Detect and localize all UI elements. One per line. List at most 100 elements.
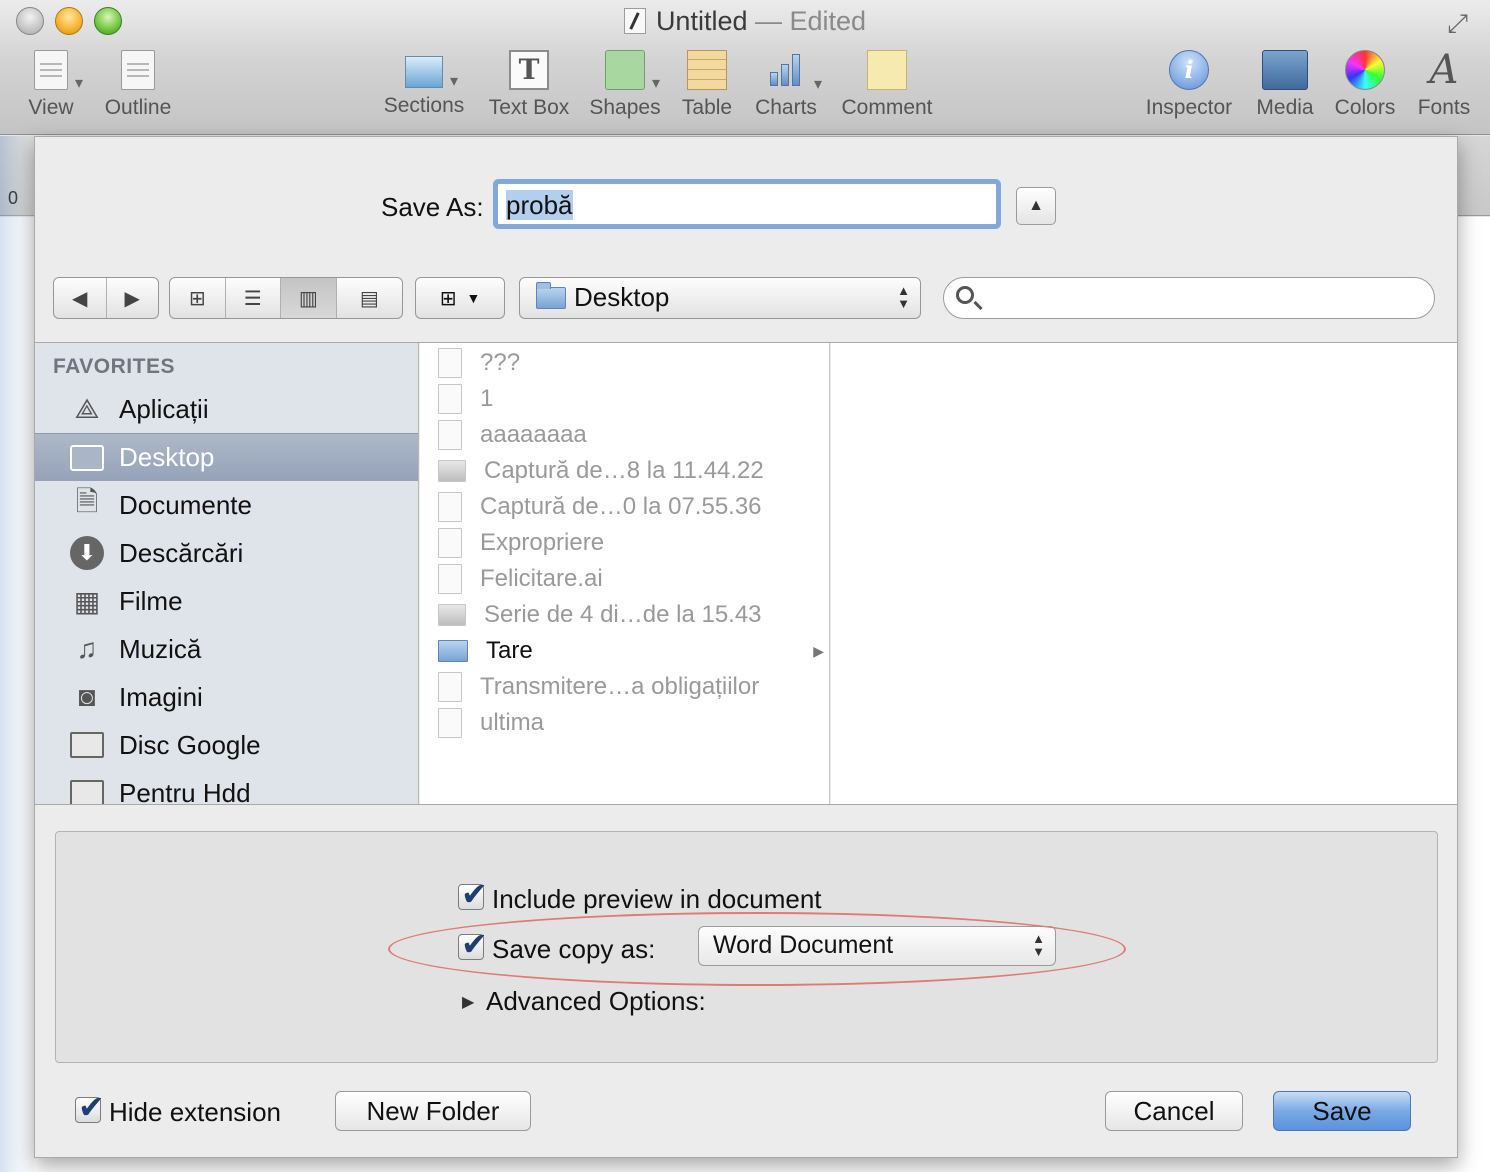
sidebar-item-descarcari[interactable]: ⬇ Descărcări [35, 529, 418, 577]
toolbar-label: Shapes [589, 96, 661, 119]
history-buttons: ◀ ▶ [53, 277, 159, 319]
document-icon [438, 708, 462, 738]
file-column: ??? 1 aaaaaaaa Captură de…8 la 11.44.22 … [420, 343, 830, 804]
toolbar-view-button[interactable]: View [22, 50, 83, 120]
sidebar-item-label: Documente [119, 489, 252, 520]
file-name: Felicitare.ai [480, 565, 603, 592]
forward-button[interactable]: ▶ [107, 278, 159, 318]
toolbar-shapes-button[interactable]: Shapes [588, 50, 662, 120]
fonts-icon: A [1429, 47, 1459, 93]
include-preview-checkbox[interactable] [458, 875, 488, 913]
coverflow-view-button[interactable]: ▤ [337, 278, 402, 318]
list-item: Serie de 4 di…de la 15.43 [420, 597, 830, 633]
list-item: 1 [420, 381, 830, 417]
cancel-button[interactable]: Cancel [1105, 1091, 1243, 1131]
desktop-icon [69, 442, 105, 474]
list-item: Captură de…8 la 11.44.22 [420, 453, 830, 489]
view-mode-buttons: ⊞ ☰ ▥ ▤ [169, 277, 403, 319]
filename-field[interactable]: probă [497, 183, 997, 225]
sidebar-item-disc-google[interactable]: Disc Google [35, 721, 418, 769]
desktop-edge [0, 136, 34, 1172]
save-copy-checkbox[interactable] [458, 925, 488, 963]
image-file-icon [438, 604, 466, 626]
toolbar-label: Text Box [488, 96, 570, 119]
sidebar-item-label: Aplicații [119, 393, 209, 424]
toolbar-inspector-button[interactable]: i Inspector [1142, 50, 1236, 120]
list-item: aaaaaaaa [420, 417, 830, 453]
comment-icon [867, 50, 907, 90]
sidebar-item-pentru-hdd[interactable]: Pentru Hdd [35, 769, 418, 804]
toolbar-label: Colors [1334, 96, 1396, 119]
advanced-options-label[interactable]: Advanced Options: [486, 986, 706, 1017]
list-item: Expropriere [420, 525, 830, 561]
toolbar-label: Table [681, 96, 733, 119]
toolbar-fonts-button[interactable]: A Fonts [1414, 50, 1474, 120]
back-button[interactable]: ◀ [54, 278, 107, 318]
fullscreen-icon[interactable]: ⤢ [1447, 8, 1468, 40]
file-name: aaaaaaaa [480, 421, 587, 448]
columns-icon: ▥ [298, 287, 318, 310]
edited-status: — Edited [755, 6, 867, 36]
sidebar-item-muzica[interactable]: ♫ Muzică [35, 625, 418, 673]
toolbar-charts-button[interactable]: Charts [752, 50, 822, 120]
column-view-button[interactable]: ▥ [281, 278, 337, 318]
disclosure-triangle-icon[interactable]: ▶ [462, 992, 474, 1012]
movies-icon: ▦ [73, 585, 101, 617]
toolbar-sections-button[interactable]: Sections [382, 50, 466, 118]
inspector-icon: i [1169, 50, 1209, 90]
save-as-label: Save As: [381, 192, 484, 222]
coverflow-icon: ▤ [359, 287, 379, 310]
toolbar-media-button[interactable]: Media [1254, 50, 1316, 120]
save-button[interactable]: Save [1273, 1091, 1411, 1131]
folder-icon [69, 777, 105, 804]
media-icon [1262, 50, 1308, 90]
window-title: Untitled — Edited [0, 4, 1490, 38]
toolbar-text-box-button[interactable]: T Text Box [484, 50, 574, 120]
search-icon [956, 286, 974, 304]
sections-icon [405, 56, 458, 91]
list-item: Captură de…0 la 07.55.36 [420, 489, 830, 525]
sidebar-item-documente[interactable]: 🗎 Documente [35, 481, 418, 529]
document-icon [438, 420, 462, 450]
applications-icon: ⟁ [74, 392, 100, 424]
toolbar-comment-button[interactable]: Comment [838, 50, 936, 120]
pictures-icon: ◙ [78, 681, 96, 712]
shapes-icon [605, 50, 660, 93]
location-popup[interactable]: Desktop ▲ ▼ [519, 277, 921, 319]
favorites-heading: FAVORITES [53, 355, 175, 378]
sidebar-item-filme[interactable]: ▦ Filme [35, 577, 418, 625]
file-name: Serie de 4 di…de la 15.43 [484, 601, 762, 628]
sidebar-item-desktop[interactable]: Desktop [35, 433, 418, 481]
search-field[interactable] [943, 277, 1435, 319]
icon-view-button[interactable]: ⊞ [170, 278, 226, 318]
toolbar-outline-button[interactable]: Outline [100, 50, 176, 120]
document-icon [438, 384, 462, 414]
sidebar-item-aplicatii[interactable]: ⟁ Aplicații [35, 385, 418, 433]
list-item: Transmitere…a obligațiilor [420, 669, 830, 705]
documents-icon: 🗎 [75, 486, 99, 517]
hide-extension-checkbox[interactable] [75, 1088, 105, 1126]
filename-value: probă [506, 190, 573, 220]
back-arrow-icon: ◀ [72, 287, 88, 310]
folder-item-tare[interactable]: Tare ▶ [420, 633, 830, 669]
toolbar-label: Fonts [1417, 96, 1471, 119]
collapse-dialog-button[interactable]: ▲ [1016, 187, 1056, 225]
sidebar-item-imagini[interactable]: ◙ Imagini [35, 673, 418, 721]
toolbar-table-button[interactable]: Table [678, 50, 736, 120]
save-copy-format-popup[interactable]: Word Document ▲ ▼ [698, 926, 1056, 966]
updown-arrows-icon: ▲ ▼ [897, 283, 910, 311]
forward-arrow-icon: ▶ [124, 287, 140, 310]
image-file-icon [438, 460, 466, 482]
music-icon: ♫ [76, 633, 98, 664]
search-input[interactable] [988, 282, 1418, 314]
outline-icon [121, 50, 155, 90]
file-name: Tare [486, 637, 533, 664]
list-view-button[interactable]: ☰ [226, 278, 282, 318]
new-folder-button[interactable]: New Folder [335, 1091, 531, 1131]
toolbar-colors-button[interactable]: Colors [1332, 50, 1398, 120]
file-name: 1 [480, 385, 494, 412]
arrange-button[interactable]: ⊞ ▼ [415, 277, 505, 319]
file-browser: FAVORITES ⟁ Aplicații Desktop 🗎 Documente … [35, 342, 1457, 805]
file-name: Transmitere…a obligațiilor [480, 673, 760, 700]
folder-icon [536, 282, 566, 309]
